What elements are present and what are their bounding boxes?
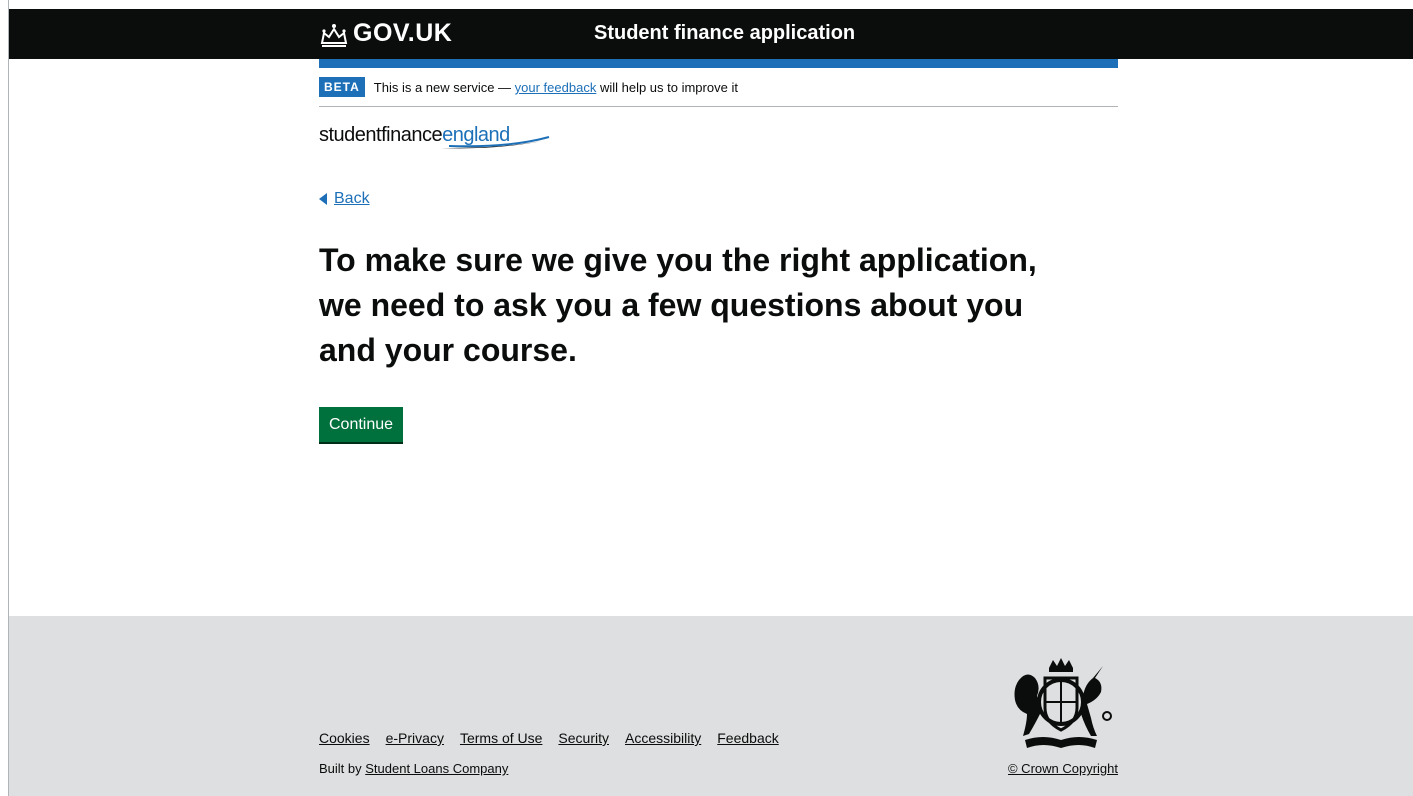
govuk-logo-link[interactable]: GOV.UK (319, 19, 452, 48)
window-top-edge (0, 0, 1413, 9)
slc-link[interactable]: Student Loans Company (365, 761, 508, 776)
phase-banner-text: This is a new service — your feedback wi… (374, 80, 738, 95)
phase-text-before: This is a new service — (373, 80, 515, 95)
back-link[interactable]: Back (319, 190, 370, 208)
header-container: GOV.UK Student finance application (319, 9, 1118, 59)
brand-part1: studentfinance (319, 124, 443, 146)
footer: Cookies e-Privacy Terms of Use Security … (9, 616, 1413, 796)
phase-tag: BETA (319, 77, 365, 97)
footer-link-accessibility[interactable]: Accessibility (625, 730, 701, 746)
footer-links: Cookies e-Privacy Terms of Use Security … (319, 730, 779, 746)
built-by: Built by Student Loans Company (319, 761, 508, 776)
window-left-edge (0, 0, 9, 796)
feedback-link[interactable]: your feedback (515, 80, 597, 95)
logo-text: GOV.UK (353, 19, 453, 47)
header-blue-bar (319, 59, 1118, 68)
phase-text-after: will help us to improve it (596, 80, 738, 95)
page-heading: To make sure we give you the right appli… (319, 242, 1037, 368)
swoosh-icon (441, 136, 550, 149)
footer-link-eprivacy[interactable]: e-Privacy (386, 730, 444, 746)
back-arrow-icon (319, 193, 327, 205)
student-finance-england-logo: studentfinanceengland (319, 124, 559, 154)
footer-link-security[interactable]: Security (558, 730, 609, 746)
back-link-label: Back (334, 190, 370, 207)
govuk-header: GOV.UK Student finance application (9, 9, 1413, 59)
phase-banner: BETA This is a new service — your feedba… (319, 77, 1118, 107)
service-name-link[interactable]: Student finance application (594, 22, 855, 45)
footer-link-feedback[interactable]: Feedback (717, 730, 778, 746)
continue-button[interactable]: Continue (319, 407, 404, 442)
crown-copyright-link[interactable]: © Crown Copyright (999, 761, 1118, 776)
footer-link-cookies[interactable]: Cookies (319, 730, 370, 746)
built-by-prefix: Built by (319, 761, 366, 776)
royal-coat-of-arms-icon (1014, 658, 1112, 748)
footer-link-terms[interactable]: Terms of Use (460, 730, 542, 746)
crown-icon (320, 23, 348, 47)
